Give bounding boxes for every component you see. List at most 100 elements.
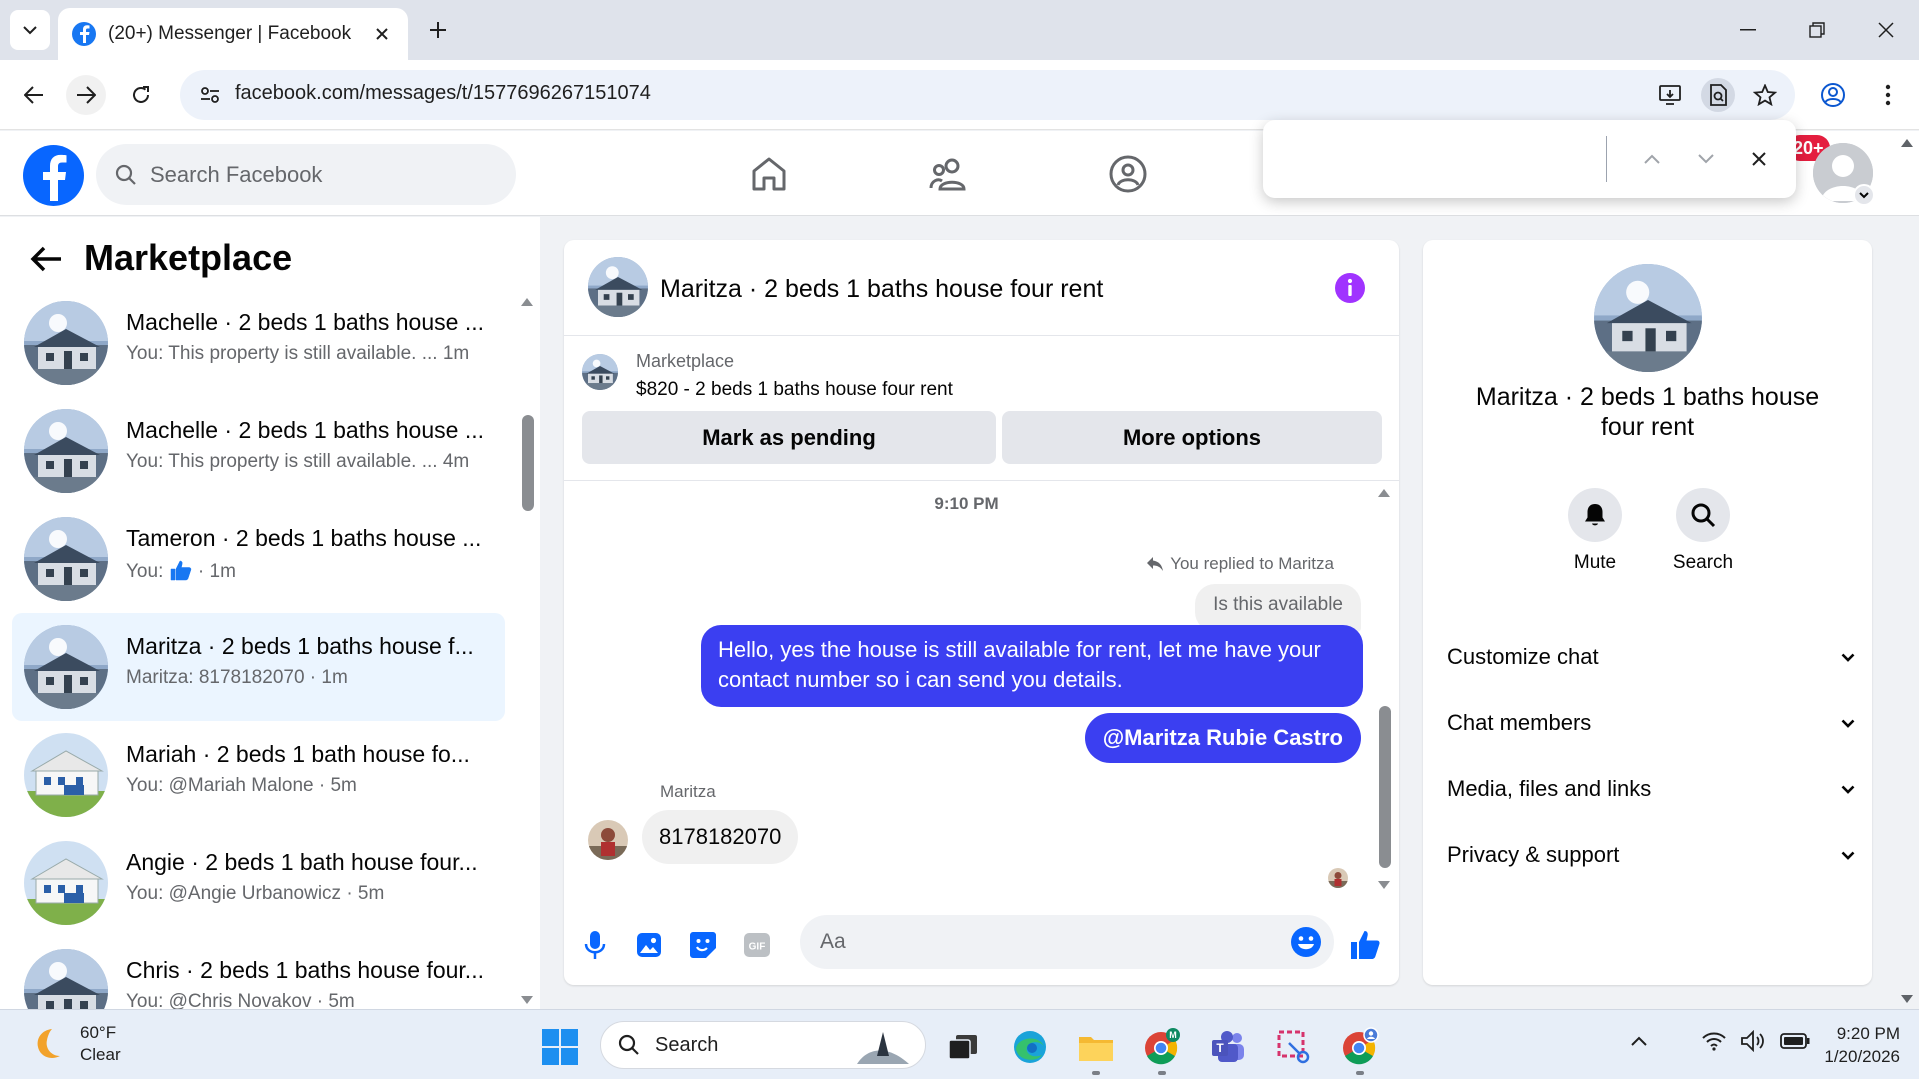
browser-menu-button[interactable]: [1868, 75, 1908, 115]
profile-button[interactable]: [1813, 75, 1853, 115]
facebook-logo-icon[interactable]: [23, 145, 84, 206]
send-like-button[interactable]: [1348, 928, 1382, 962]
volume-icon[interactable]: [1740, 1030, 1766, 1052]
gif-button[interactable]: GIF: [740, 928, 774, 962]
conversation-item[interactable]: Chris · 2 beds 1 baths house four... You…: [12, 937, 505, 1009]
microphone-icon: [584, 931, 606, 959]
sent-mention-bubble[interactable]: @Maritza Rubie Castro: [1084, 713, 1361, 763]
url-text: facebook.com/messages/t/1577696267151074: [235, 82, 651, 104]
home-icon: [752, 157, 786, 191]
chrome-profile-m-icon[interactable]: M: [1142, 1027, 1182, 1067]
close-icon: [1752, 152, 1766, 166]
find-close-button[interactable]: [1740, 140, 1778, 178]
conversation-item[interactable]: Tameron · 2 beds 1 baths house ... You: …: [12, 505, 505, 613]
close-window-button[interactable]: [1866, 12, 1906, 48]
chevron-up-icon[interactable]: [1630, 1035, 1648, 1047]
received-message-bubble[interactable]: 8178182070: [642, 810, 799, 864]
media-files-links-section[interactable]: Media, files and links: [1447, 764, 1855, 814]
restore-button[interactable]: [1797, 12, 1837, 48]
scroll-up-arrow-icon[interactable]: [520, 295, 534, 309]
find-next-button[interactable]: [1687, 140, 1725, 178]
new-tab-button[interactable]: [422, 14, 454, 46]
clock-date: 1/20/2026: [1824, 1047, 1900, 1066]
mark-as-pending-button[interactable]: Mark as pending: [582, 411, 996, 464]
page-scroll-up-arrow-icon[interactable]: [1900, 136, 1914, 150]
address-bar[interactable]: facebook.com/messages/t/1577696267151074: [180, 70, 1795, 120]
more-options-button[interactable]: More options: [1002, 411, 1382, 464]
sent-message-bubble[interactable]: Hello, yes the house is still available …: [701, 625, 1363, 707]
message-input[interactable]: Aa: [800, 915, 1334, 969]
clock-time: 9:20 PM: [1836, 1024, 1900, 1043]
install-app-icon[interactable]: [1653, 78, 1687, 112]
scroll-up-arrow-icon[interactable]: [1377, 486, 1391, 500]
sender-avatar[interactable]: [588, 820, 628, 860]
voice-clip-button[interactable]: [578, 928, 612, 962]
chat-members-section[interactable]: Chat members: [1447, 698, 1855, 748]
conversation-item[interactable]: Machelle · 2 beds 1 baths house ... You:…: [12, 397, 505, 505]
gif-icon: GIF: [744, 933, 770, 957]
site-info-icon[interactable]: [194, 79, 226, 111]
search-icon: [115, 164, 136, 185]
running-indicator: [1158, 1071, 1166, 1075]
mute-button[interactable]: [1568, 488, 1622, 542]
scrollbar-thumb[interactable]: [522, 415, 534, 511]
find-in-page-icon[interactable]: [1701, 78, 1735, 112]
find-previous-button[interactable]: [1633, 140, 1671, 178]
mute-action[interactable]: Mute: [1555, 488, 1635, 574]
tab-messenger[interactable]: (20+) Messenger | Facebook: [58, 8, 408, 60]
conversation-info-button[interactable]: [1334, 272, 1366, 304]
weather-widget[interactable]: 60°F Clear: [30, 1022, 121, 1066]
conversation-preview: You: This property is still available. .…: [126, 343, 470, 364]
taskbar-search[interactable]: Search: [600, 1021, 926, 1069]
windows-taskbar: 60°F Clear Search M T 9:20 PM 1/20/2026: [0, 1009, 1919, 1079]
chat-avatar[interactable]: [588, 257, 648, 317]
conversation-item[interactable]: Machelle · 2 beds 1 baths house ... You:…: [12, 289, 505, 397]
system-clock[interactable]: 9:20 PM 1/20/2026: [1800, 1022, 1900, 1068]
conversation-item[interactable]: Angie · 2 beds 1 bath house four... You:…: [12, 829, 505, 937]
scroll-down-arrow-icon[interactable]: [520, 993, 534, 1007]
facebook-search-input[interactable]: Search Facebook: [96, 144, 516, 205]
customize-chat-section[interactable]: Customize chat: [1447, 632, 1855, 682]
listing-title[interactable]: $820 - 2 beds 1 baths house four rent: [636, 379, 953, 401]
scrollbar-thumb[interactable]: [1379, 706, 1391, 868]
emoji-icon[interactable]: [1290, 926, 1322, 958]
account-menu-chevron-icon[interactable]: [1853, 184, 1875, 206]
system-tray: [1630, 1030, 1810, 1052]
search-icon: [1691, 503, 1716, 528]
page-scroll-down-arrow-icon[interactable]: [1900, 992, 1914, 1006]
edge-browser-icon[interactable]: [1010, 1027, 1050, 1067]
nav-home[interactable]: [739, 149, 799, 199]
attach-photo-button[interactable]: [632, 928, 666, 962]
chat-title[interactable]: Maritza · 2 beds 1 baths house four rent: [660, 275, 1103, 304]
reload-button[interactable]: [121, 75, 161, 115]
sticker-button[interactable]: [686, 928, 720, 962]
search-in-conversation-action[interactable]: Search: [1663, 488, 1743, 574]
back-to-chats-button[interactable]: [26, 239, 66, 279]
teams-icon[interactable]: T: [1208, 1027, 1248, 1067]
file-explorer-icon[interactable]: [1076, 1027, 1116, 1067]
conversation-item-active[interactable]: Maritza · 2 beds 1 baths house f... Mari…: [12, 613, 505, 721]
tab-search-button[interactable]: [10, 10, 50, 50]
close-tab-icon[interactable]: [370, 22, 394, 46]
conversation-preview: You: @Chris Novakov · 5m: [126, 991, 355, 1009]
snipping-tool-icon[interactable]: [1274, 1027, 1314, 1067]
minimize-button[interactable]: [1728, 12, 1768, 48]
chrome-profile-icon[interactable]: [1340, 1027, 1380, 1067]
back-button[interactable]: [14, 75, 54, 115]
task-view-icon[interactable]: [943, 1027, 983, 1067]
section-label: Media, files and links: [1447, 776, 1652, 801]
wifi-icon[interactable]: [1702, 1031, 1726, 1051]
conversation-item[interactable]: Mariah · 2 beds 1 bath house fo... You: …: [12, 721, 505, 829]
conversation-name: Machelle · 2 beds 1 baths house ...: [126, 417, 484, 443]
privacy-support-section[interactable]: Privacy & support: [1447, 830, 1855, 880]
nav-friends[interactable]: [918, 149, 978, 199]
search-label: Search: [1672, 552, 1734, 573]
forward-button[interactable]: [66, 75, 106, 115]
scroll-down-arrow-icon[interactable]: [1377, 878, 1391, 892]
nav-groups[interactable]: [1098, 149, 1158, 199]
windows-start-icon[interactable]: [542, 1029, 578, 1065]
conversation-avatar[interactable]: [1594, 264, 1702, 372]
conversation-name: Machelle · 2 beds 1 baths house ...: [126, 309, 484, 335]
search-in-conversation-button[interactable]: [1676, 488, 1730, 542]
bookmark-star-icon[interactable]: [1748, 78, 1782, 112]
